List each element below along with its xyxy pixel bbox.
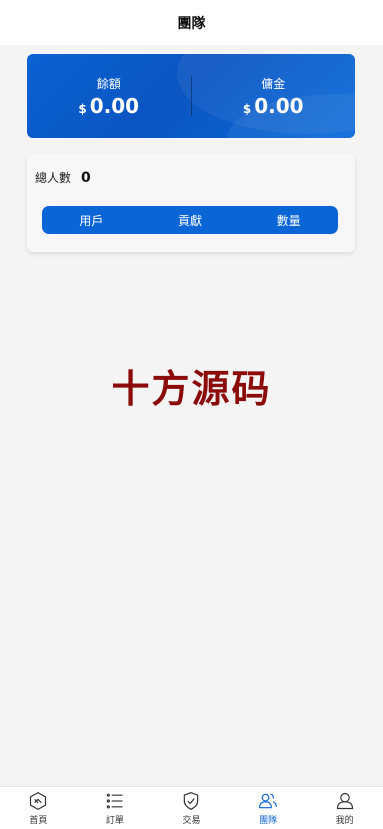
team-card: 總人數 0 用戶 貢獻 數量 (27, 154, 355, 252)
user-icon (336, 792, 353, 809)
watermark-text: 十方源码 (111, 366, 272, 411)
balance-amount: 0.00 (89, 93, 140, 118)
nav-label-team: 團隊 (259, 815, 278, 826)
column-contribution[interactable]: 貢獻 (141, 212, 240, 229)
hexagon-icon (30, 791, 47, 810)
nav-item-me[interactable]: 我的 (306, 787, 383, 829)
shield-check-icon (184, 791, 199, 810)
balance-label: 餘額 (96, 76, 121, 91)
nav-item-home[interactable]: 首頁 (0, 787, 77, 829)
nav-label-orders: 訂單 (105, 815, 124, 826)
page-title: 團隊 (177, 15, 206, 32)
commission-label: 傭金 (261, 76, 286, 91)
total-members-row: 總人數 0 (35, 169, 91, 186)
balance-card: 餘額 $0.00 傭金 $0.00 (27, 54, 355, 138)
total-members-label: 總人數 (35, 171, 72, 185)
nav-item-orders[interactable]: 訂單 (77, 787, 154, 829)
users-icon (259, 793, 277, 808)
page-header: 團隊 (0, 0, 383, 45)
nav-label-me: 我的 (335, 815, 354, 826)
column-user[interactable]: 用戶 (42, 212, 141, 229)
bottom-nav: 首頁 訂單 交易 團隊 我的 (0, 786, 383, 829)
list-icon (106, 793, 123, 808)
commission-currency: $ (242, 101, 252, 116)
nav-item-trade[interactable]: 交易 (153, 787, 230, 829)
nav-label-trade: 交易 (182, 815, 201, 826)
nav-label-home: 首頁 (29, 815, 48, 826)
commission-column: 傭金 $0.00 (192, 75, 356, 118)
total-members-value: 0 (81, 169, 91, 186)
nav-item-team[interactable]: 團隊 (230, 787, 307, 829)
balance-currency: $ (78, 101, 87, 116)
commission-amount: 0.00 (254, 93, 304, 118)
balance-column: 餘額 $0.00 (27, 75, 191, 118)
commission-value: $0.00 (192, 94, 356, 118)
balance-value: $0.00 (27, 94, 191, 118)
team-table-header: 用戶 貢獻 數量 (42, 206, 338, 234)
column-quantity[interactable]: 數量 (239, 212, 338, 229)
